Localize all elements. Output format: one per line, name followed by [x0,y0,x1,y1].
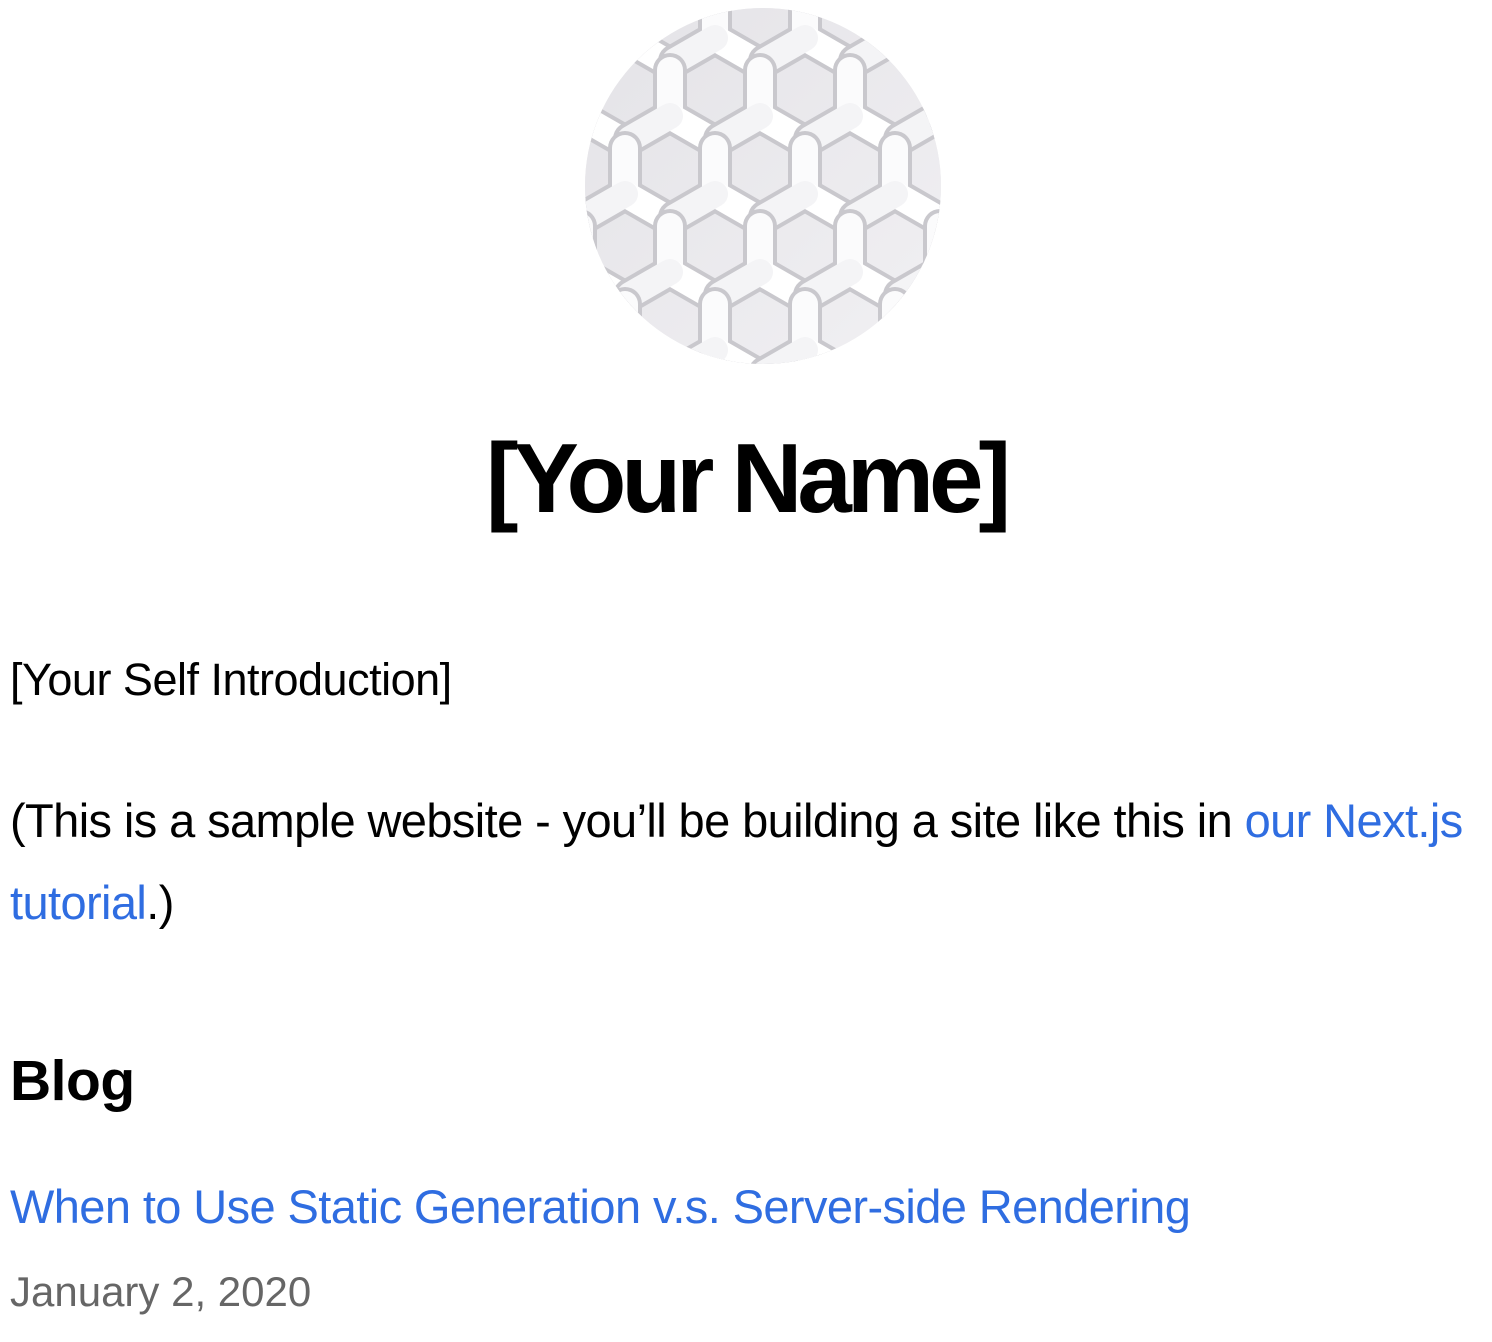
post-title-link[interactable]: When to Use Static Generation v.s. Serve… [10,1175,1191,1239]
cut-off-content: ˘ [1117,1336,1129,1342]
tutorial-note: (This is a sample website - you’ll be bu… [10,780,1490,944]
woven-pattern-image [585,8,941,364]
cut-off-content: ˘ [368,1336,380,1342]
site-title: [Your Name] [485,423,1011,533]
self-introduction: [Your Self Introduction] [10,654,452,705]
tutorial-note-prefix: (This is a sample website - you’ll be bu… [10,794,1245,847]
blog-heading: Blog [10,1049,135,1113]
post-date: January 2, 2020 [10,1268,312,1315]
cut-off-content: ˘ [740,1336,752,1342]
profile-avatar [585,8,941,364]
tutorial-note-suffix: .) [146,876,174,929]
